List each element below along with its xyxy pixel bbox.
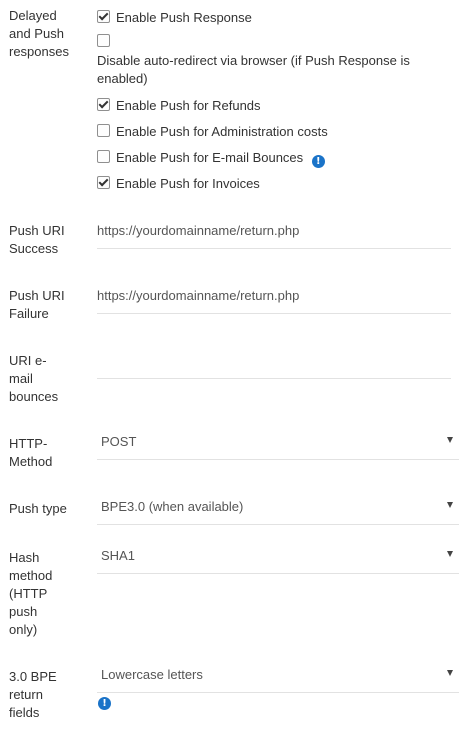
hash-method-selected: SHA1 [101,548,135,563]
enable-push-admin-costs-text: Enable Push for Administration costs [116,124,328,139]
push-uri-failure-input[interactable]: https://yourdomainname/return.php [97,287,451,314]
push-uri-failure-value: https://yourdomainname/return.php [97,288,300,303]
enable-push-email-bounces-checkbox[interactable] [97,150,110,163]
disable-auto-redirect-checkbox[interactable] [97,34,110,47]
enable-push-response-option[interactable]: Enable Push Response [97,8,457,28]
disable-auto-redirect-option[interactable] [97,32,457,52]
enable-push-admin-costs-checkbox[interactable] [97,124,110,137]
push-responses-label: Delayed and Push responses [9,8,69,59]
info-icon[interactable]: ! [98,697,111,710]
enable-push-response-checkbox[interactable] [97,10,110,23]
push-type-label: Push type [9,501,67,516]
enable-push-response-text: Enable Push Response [116,10,252,25]
enable-push-invoices-option[interactable]: Enable Push for Invoices [97,174,457,194]
push-uri-success-label: Push URI Success [9,223,65,256]
enable-push-admin-costs-option[interactable]: Enable Push for Administration costs [97,122,457,142]
chevron-down-icon [447,502,453,508]
enable-push-refunds-checkbox[interactable] [97,98,110,111]
enable-push-refunds-text: Enable Push for Refunds [116,98,261,113]
enable-push-email-bounces-text: Enable Push for E-mail Bounces [116,150,304,165]
uri-email-bounces-label: URI e- mail bounces [9,353,59,404]
hash-method-select[interactable]: SHA1 [97,547,459,574]
enable-push-refunds-option[interactable]: Enable Push for Refunds [97,96,457,116]
bpe-return-fields-label: 3.0 BPE return fields [9,669,57,720]
enable-push-invoices-text: Enable Push for Invoices [116,176,260,191]
http-method-selected: POST [101,434,137,449]
push-type-select[interactable]: BPE3.0 (when available) [97,498,459,525]
push-uri-success-input[interactable]: https://yourdomainname/return.php [97,222,451,249]
push-uri-failure-label: Push URI Failure [9,288,65,321]
chevron-down-icon [447,437,453,443]
enable-push-invoices-checkbox[interactable] [97,176,110,189]
chevron-down-icon [447,551,453,557]
bpe-return-fields-select[interactable]: Lowercase letters [97,666,459,693]
enable-push-email-bounces-option[interactable]: Enable Push for E-mail Bounces ! [97,148,457,168]
info-icon[interactable]: ! [311,155,325,168]
chevron-down-icon [447,670,453,676]
bpe-return-fields-selected: Lowercase letters [101,667,203,682]
disable-auto-redirect-text: Disable auto-redirect via browser (if Pu… [97,53,410,86]
http-method-label: HTTP- Method [9,436,53,469]
hash-method-label: Hash method (HTTP push only) [9,550,53,637]
push-uri-success-value: https://yourdomainname/return.php [97,223,300,238]
push-type-selected: BPE3.0 (when available) [101,499,244,514]
http-method-select[interactable]: POST [97,433,459,460]
uri-email-bounces-input[interactable] [97,352,451,379]
